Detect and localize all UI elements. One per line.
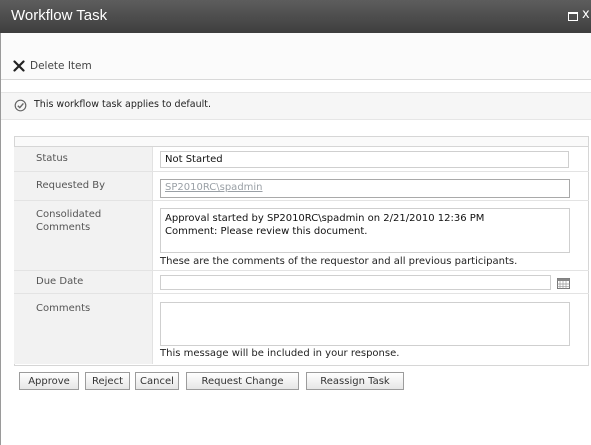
consolidated-comments-line2: Comment: Please review this document. <box>165 226 368 237</box>
comments-row: Comments This message will be included i… <box>14 294 589 364</box>
due-date-row: Due Date <box>14 271 589 293</box>
label-cell <box>14 271 153 293</box>
consolidated-label-line2: Comments <box>36 222 91 233</box>
maximize-icon[interactable] <box>568 12 578 21</box>
dialog-titlebar: Workflow Task x <box>0 0 591 34</box>
delete-item-button[interactable]: Delete Item <box>13 58 92 74</box>
comments-textarea[interactable] <box>160 302 570 346</box>
reassign-task-button[interactable]: Reassign Task <box>306 372 404 390</box>
check-circle-icon <box>14 99 27 112</box>
consolidated-comments-box: Approval started by SP2010RC\spadmin on … <box>160 208 570 253</box>
close-icon[interactable]: x <box>582 7 590 22</box>
cancel-button[interactable]: Cancel <box>135 372 179 390</box>
approve-button[interactable]: Approve <box>19 372 79 390</box>
due-date-label: Due Date <box>36 276 84 287</box>
workflow-notice: This workflow task applies to default. <box>1 92 591 120</box>
label-cell <box>14 147 153 171</box>
consolidated-comments-line1: Approval started by SP2010RC\spadmin on … <box>165 213 485 224</box>
delete-item-label: Delete Item <box>30 60 92 72</box>
requested-by-label: Requested By <box>36 180 106 191</box>
consolidated-label-line1: Consolidated <box>36 209 102 220</box>
reject-button[interactable]: Reject <box>85 372 130 390</box>
comments-hint: This message will be included in your re… <box>160 348 400 359</box>
consolidated-comments-hint: These are the comments of the requestor … <box>160 256 518 267</box>
requested-by-row: Requested By SP2010RC\spadmin <box>14 172 589 200</box>
request-change-button[interactable]: Request Change <box>186 372 299 390</box>
notice-text: This workflow task applies to default. <box>34 99 212 110</box>
calendar-icon[interactable] <box>557 278 570 289</box>
due-date-input[interactable] <box>160 275 551 290</box>
status-value: Not Started <box>160 151 569 168</box>
status-row: Status Not Started <box>14 147 589 171</box>
requested-by-field[interactable]: SP2010RC\spadmin <box>160 179 570 198</box>
comments-label: Comments <box>36 303 91 314</box>
delete-x-icon <box>13 60 25 72</box>
status-label: Status <box>36 153 68 164</box>
dialog-title: Workflow Task <box>11 7 108 24</box>
consolidated-comments-row: Consolidated Comments Approval started b… <box>14 201 589 270</box>
